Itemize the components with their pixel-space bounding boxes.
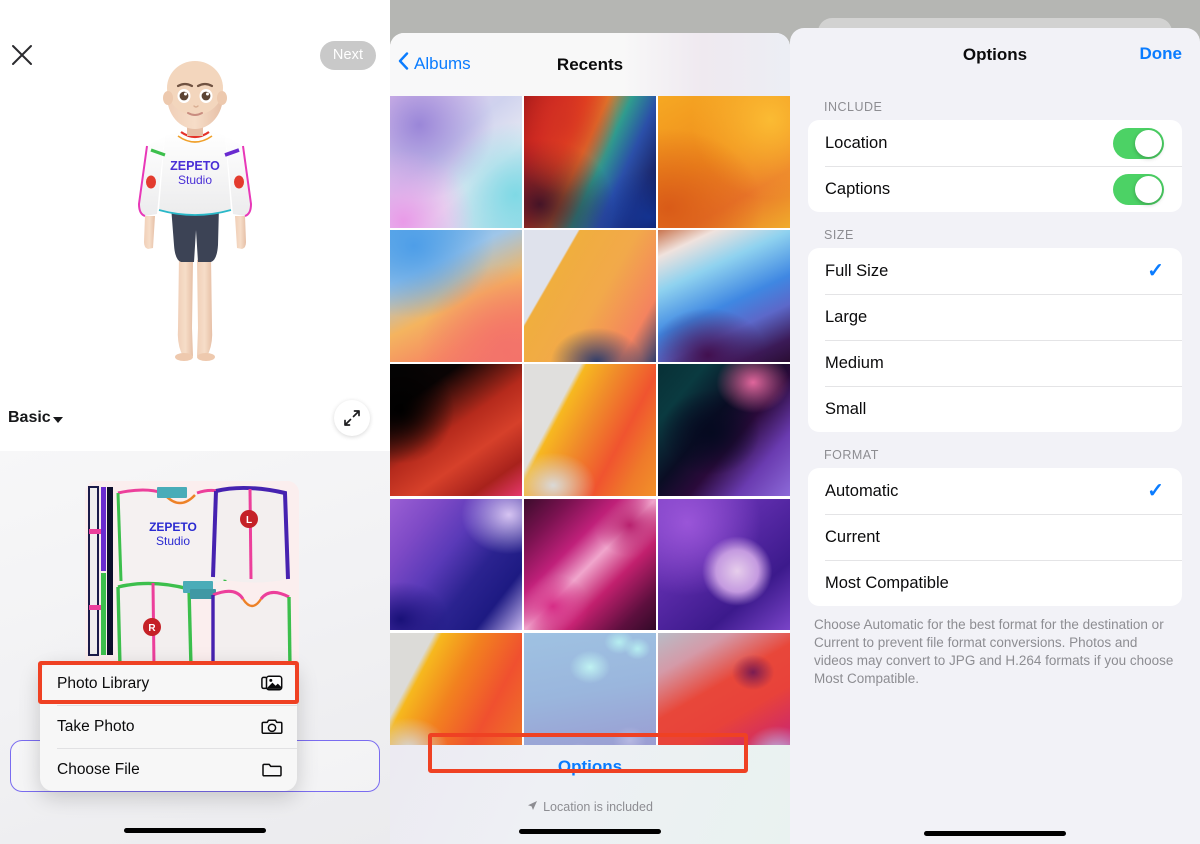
avatar-figure: ZEPETO Studio	[0, 60, 390, 390]
three-panel-screenshot: Next ZEPETO Studio Basic ZEPETO Studio L…	[0, 0, 1200, 844]
row-small[interactable]: Small	[808, 386, 1182, 432]
photo-thumbnail[interactable]	[524, 230, 656, 362]
photo-thumbnail[interactable]	[658, 96, 790, 228]
row-most-compatible[interactable]: Most Compatible	[808, 560, 1182, 606]
row-captions[interactable]: Captions	[808, 166, 1182, 212]
row-label: Full Size	[825, 261, 889, 280]
garment-texture-preview[interactable]: ZEPETO Studio L R	[85, 481, 299, 673]
photo-grid	[390, 96, 790, 765]
category-selector-row: Basic	[0, 399, 390, 443]
home-indicator	[519, 829, 661, 834]
row-label: Automatic	[825, 481, 899, 500]
toggle-knob	[1135, 175, 1162, 203]
row-label: Small	[825, 399, 867, 418]
include-card: Location Captions	[808, 120, 1182, 212]
svg-text:L: L	[246, 515, 252, 526]
row-label: Captions	[825, 179, 891, 198]
category-label[interactable]: Basic	[8, 409, 51, 427]
menu-item-choose-file[interactable]: Choose File	[40, 748, 297, 791]
location-included-note: Location is included	[390, 800, 790, 814]
row-automatic[interactable]: Automatic ✓	[808, 468, 1182, 514]
photo-thumbnail[interactable]	[524, 364, 656, 497]
photo-thumbnail[interactable]	[390, 364, 522, 496]
zepeto-editor-panel: Next ZEPETO Studio Basic ZEPETO Studio L…	[0, 0, 390, 844]
svg-text:ZEPETO: ZEPETO	[170, 159, 220, 173]
folder-icon	[261, 761, 283, 779]
row-large[interactable]: Large	[808, 294, 1182, 340]
home-indicator	[924, 831, 1066, 836]
svg-text:R: R	[148, 623, 156, 634]
menu-item-label: Choose File	[57, 760, 140, 778]
garment-uv-layout: ZEPETO Studio L R	[85, 481, 299, 673]
photo-thumbnail[interactable]	[524, 96, 656, 228]
done-button[interactable]: Done	[1140, 44, 1183, 64]
svg-text:Studio: Studio	[178, 173, 212, 187]
section-header-include: INCLUDE	[824, 100, 883, 114]
options-sheet: Options Done INCLUDE Location Captions S…	[790, 28, 1200, 844]
location-toggle[interactable]	[1113, 127, 1164, 159]
expand-button[interactable]	[334, 400, 370, 436]
photo-source-action-menu: Photo Library Take Photo Choose File	[40, 662, 297, 791]
photo-thumbnail[interactable]	[390, 498, 522, 631]
check-icon: ✓	[1147, 480, 1164, 502]
row-location[interactable]: Location	[808, 120, 1182, 166]
captions-toggle[interactable]	[1113, 173, 1164, 205]
photo-thumbnail[interactable]	[658, 230, 790, 362]
row-current[interactable]: Current	[808, 514, 1182, 560]
texture-upload-area: ZEPETO Studio L R Photo Library Take Pho…	[0, 451, 390, 844]
chevron-down-icon[interactable]	[53, 417, 63, 423]
location-included-label: Location is included	[543, 800, 653, 814]
row-medium[interactable]: Medium	[808, 340, 1182, 386]
menu-item-label: Photo Library	[57, 674, 150, 692]
row-label: Large	[825, 307, 868, 326]
options-header: Options Done	[790, 28, 1200, 84]
photo-thumbnail[interactable]	[390, 230, 522, 362]
row-label: Medium	[825, 353, 884, 372]
format-footnote: Choose Automatic for the best format for…	[814, 617, 1174, 686]
options-button[interactable]: Options	[390, 757, 790, 777]
menu-item-take-photo[interactable]: Take Photo	[40, 705, 297, 748]
menu-item-label: Take Photo	[57, 717, 135, 735]
section-header-format: FORMAT	[824, 448, 879, 462]
avatar-illustration: ZEPETO Studio	[137, 61, 253, 361]
svg-text:Studio: Studio	[156, 534, 190, 548]
check-icon: ✓	[1147, 260, 1164, 282]
size-card: Full Size ✓ Large Medium Small	[808, 248, 1182, 432]
menu-item-photo-library[interactable]: Photo Library	[40, 662, 297, 705]
photo-thumbnail[interactable]	[658, 364, 790, 497]
photo-stack-icon	[261, 675, 283, 693]
row-label: Location	[825, 133, 888, 152]
photo-picker-sheet: Albums Recents Options Location is inclu…	[390, 33, 790, 844]
avatar-preview-area: Next ZEPETO Studio Basic	[0, 0, 390, 451]
photo-picker-navbar: Albums Recents	[390, 33, 790, 96]
options-title: Options	[962, 45, 1028, 64]
toggle-knob	[1135, 129, 1162, 157]
album-title: Recents	[556, 55, 624, 74]
svg-text:ZEPETO: ZEPETO	[149, 520, 197, 534]
photo-thumbnail[interactable]	[524, 498, 656, 631]
location-arrow-icon	[527, 800, 538, 814]
photo-picker-panel: Albums Recents Options Location is inclu…	[390, 0, 790, 844]
options-sheet-panel: Options Done INCLUDE Location Captions S…	[790, 0, 1200, 844]
format-card: Automatic ✓ Current Most Compatible	[808, 468, 1182, 606]
camera-icon	[261, 718, 283, 736]
row-full-size[interactable]: Full Size ✓	[808, 248, 1182, 294]
section-header-size: SIZE	[824, 228, 854, 242]
photo-thumbnail[interactable]	[390, 96, 522, 228]
photo-thumbnail[interactable]	[658, 498, 790, 631]
row-label: Current	[825, 527, 881, 546]
row-label: Most Compatible	[825, 573, 949, 592]
home-indicator	[124, 828, 266, 833]
